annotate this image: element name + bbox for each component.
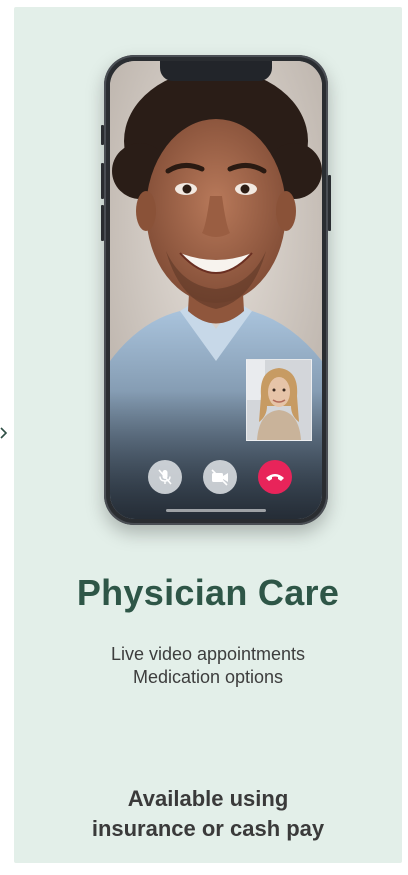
availability-note: Available using insurance or cash pay [14,784,402,844]
self-view-video[interactable] [246,359,312,441]
page: Physician Care Live video appointments M… [0,0,408,875]
patient-video-feed [247,360,311,440]
home-indicator [166,509,266,512]
phone-side-button [101,125,104,145]
mute-button[interactable] [148,460,182,494]
phone-notch [160,61,272,81]
camera-toggle-button[interactable] [203,460,237,494]
end-call-icon [266,474,284,481]
availability-line: insurance or cash pay [91,816,325,841]
chevron-right-icon[interactable] [0,427,8,439]
feature-item: Medication options [132,667,284,687]
phone-side-button [101,205,104,241]
phone-mockup [101,55,331,525]
feature-item: Live video appointments [110,644,306,664]
end-call-button[interactable] [258,460,292,494]
card-title: Physician Care [76,572,340,613]
phone-side-button [328,175,331,231]
camera-off-icon [211,469,228,486]
availability-line: Available using [127,786,289,811]
call-controls [110,456,322,502]
feature-list: Live video appointments Medication optio… [14,643,402,689]
mic-off-icon [158,469,172,485]
physician-video-feed [110,61,322,519]
video-call-screen [110,61,322,519]
phone-side-button [101,163,104,199]
